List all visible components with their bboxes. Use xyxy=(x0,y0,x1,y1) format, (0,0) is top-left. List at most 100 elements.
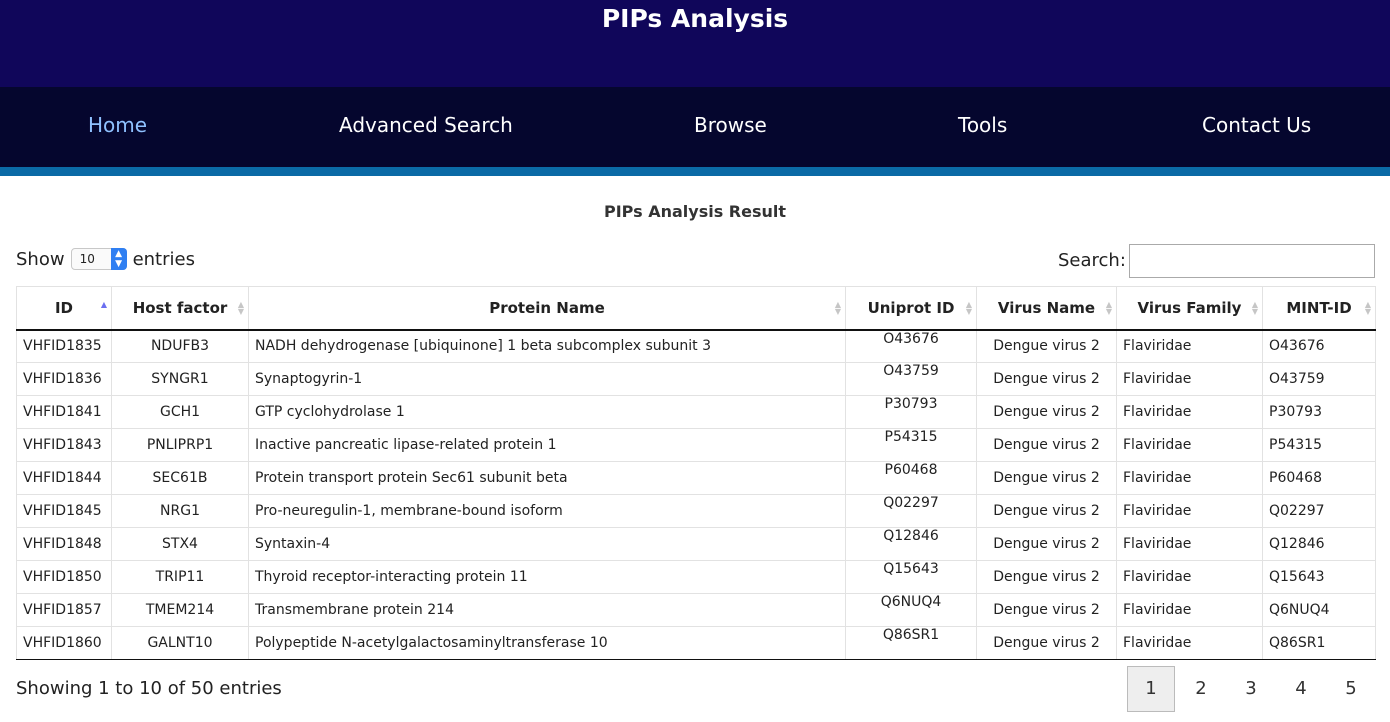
show-label: Show xyxy=(16,248,65,270)
cell-host-factor: GALNT10 xyxy=(111,626,249,660)
entries-label: entries xyxy=(132,248,195,270)
nav-contact-us[interactable]: Contact Us xyxy=(1202,113,1311,137)
cell-virus-name: Dengue virus 2 xyxy=(976,329,1117,363)
cell-host-factor: SYNGR1 xyxy=(111,362,249,396)
table-row: VHFID1835 NDUFB3 NADH dehydrogenase [ubiqu… xyxy=(16,329,1376,363)
cell-virus-family: Flaviridae xyxy=(1116,395,1263,429)
table-header-row: ID ▲ Host factor ▲ ▼ Protein Name ▲ ▼ Uniprot… xyxy=(16,286,1376,331)
page-4-button[interactable]: 4 xyxy=(1277,666,1325,712)
table-body: VHFID1835 NDUFB3 NADH dehydrogenase [ubiqu… xyxy=(16,329,1376,660)
sort-icon: ▲ ▼ xyxy=(1251,300,1258,316)
column-header-mint-id[interactable]: MINT-ID ▲ ▼ xyxy=(1262,286,1376,331)
cell-protein-name: Pro-neuregulin-1, membrane-bound isoform xyxy=(248,494,846,528)
cell-virus-name: Dengue virus 2 xyxy=(976,395,1117,429)
cell-mint-id[interactable]: Q12846 xyxy=(1262,527,1376,561)
cell-protein-name: Transmembrane protein 214 xyxy=(248,593,846,627)
cell-virus-family: Flaviridae xyxy=(1116,560,1263,594)
cell-protein-name: GTP cyclohydrolase 1 xyxy=(248,395,846,429)
sort-icon: ▲ ▼ xyxy=(834,300,841,316)
cell-mint-id[interactable]: O43676 xyxy=(1262,329,1376,363)
site-title: PIPs Analysis xyxy=(601,4,789,33)
nav-tools[interactable]: Tools xyxy=(958,113,1007,137)
cell-host-factor: PNLIPRP1 xyxy=(111,428,249,462)
sort-icon: ▲ ▼ xyxy=(237,300,244,316)
cell-mint-id[interactable]: P60468 xyxy=(1262,461,1376,495)
sort-icon: ▲ ▼ xyxy=(1105,300,1112,316)
cell-virus-name: Dengue virus 2 xyxy=(976,527,1117,561)
main-nav: Home Advanced Search Browse Tools Contac… xyxy=(0,87,1390,167)
cell-uniprot-id[interactable]: Q12846 xyxy=(845,527,977,561)
sort-icon: ▲ ▼ xyxy=(1364,300,1371,316)
cell-uniprot-id[interactable]: Q86SR1 xyxy=(845,626,977,660)
cell-mint-id[interactable]: Q6NUQ4 xyxy=(1262,593,1376,627)
cell-protein-name: Synaptogyrin-1 xyxy=(248,362,846,396)
cell-virus-name: Dengue virus 2 xyxy=(976,494,1117,528)
cell-uniprot-id[interactable]: O43676 xyxy=(845,329,977,363)
cell-mint-id[interactable]: Q02297 xyxy=(1262,494,1376,528)
cell-id[interactable]: VHFID1835 xyxy=(16,329,112,363)
page-5-button[interactable]: 5 xyxy=(1327,666,1375,712)
cell-mint-id[interactable]: P30793 xyxy=(1262,395,1376,429)
cell-mint-id[interactable]: Q15643 xyxy=(1262,560,1376,594)
column-header-virus-family[interactable]: Virus Family ▲ ▼ xyxy=(1116,286,1263,331)
search-input[interactable] xyxy=(1129,244,1375,278)
cell-uniprot-id[interactable]: P54315 xyxy=(845,428,977,462)
nav-home[interactable]: Home xyxy=(88,113,147,137)
cell-uniprot-id[interactable]: O43759 xyxy=(845,362,977,396)
cell-uniprot-id[interactable]: P60468 xyxy=(845,461,977,495)
page-2-button[interactable]: 2 xyxy=(1177,666,1225,712)
cell-virus-family: Flaviridae xyxy=(1116,494,1263,528)
column-header-virus-name[interactable]: Virus Name ▲ ▼ xyxy=(976,286,1117,331)
cell-uniprot-id[interactable]: Q15643 xyxy=(845,560,977,594)
result-title: PIPs Analysis Result xyxy=(603,202,787,221)
cell-virus-family: Flaviridae xyxy=(1116,329,1263,363)
table-row: VHFID1850 TRIP11 Thyroid receptor-interact… xyxy=(16,560,1376,594)
sort-icon: ▲ ▼ xyxy=(965,300,972,316)
nav-browse[interactable]: Browse xyxy=(694,113,767,137)
cell-protein-name: Thyroid receptor-interacting protein 11 xyxy=(248,560,846,594)
cell-id[interactable]: VHFID1857 xyxy=(16,593,112,627)
cell-mint-id[interactable]: P54315 xyxy=(1262,428,1376,462)
page-1-button[interactable]: 1 xyxy=(1127,666,1175,712)
cell-uniprot-id[interactable]: P30793 xyxy=(845,395,977,429)
nav-advanced-search[interactable]: Advanced Search xyxy=(339,113,513,137)
cell-protein-name: Protein transport protein Sec61 subunit … xyxy=(248,461,846,495)
column-header-protein-name[interactable]: Protein Name ▲ ▼ xyxy=(248,286,846,331)
table-row: VHFID1857 TMEM214 Transmembrane protein 21… xyxy=(16,593,1376,627)
cell-id[interactable]: VHFID1860 xyxy=(16,626,112,660)
table-row: VHFID1836 SYNGR1 Synaptogyrin-1 O43759 Dengu… xyxy=(16,362,1376,396)
cell-uniprot-id[interactable]: Q6NUQ4 xyxy=(845,593,977,627)
cell-mint-id[interactable]: O43759 xyxy=(1262,362,1376,396)
column-header-uniprot-id[interactable]: Uniprot ID ▲ ▼ xyxy=(845,286,977,331)
cell-host-factor: TRIP11 xyxy=(111,560,249,594)
sort-ascending-icon: ▲ xyxy=(100,300,107,309)
cell-virus-family: Flaviridae xyxy=(1116,593,1263,627)
cell-protein-name: Polypeptide N-acetylgalactosaminyltransf… xyxy=(248,626,846,660)
chevron-updown-icon: ▲ ▼ xyxy=(110,248,127,270)
column-header-id[interactable]: ID ▲ xyxy=(16,286,112,331)
entries-per-page-value: 10 xyxy=(79,252,95,266)
cell-uniprot-id[interactable]: Q02297 xyxy=(845,494,977,528)
cell-mint-id[interactable]: Q86SR1 xyxy=(1262,626,1376,660)
cell-id[interactable]: VHFID1836 xyxy=(16,362,112,396)
cell-protein-name: NADH dehydrogenase [ubiquinone] 1 beta s… xyxy=(248,329,846,363)
table-row: VHFID1841 GCH1 GTP cyclohydrolase 1 P30793 D… xyxy=(16,395,1376,429)
site-header: PIPs Analysis xyxy=(0,0,1390,87)
page-3-button[interactable]: 3 xyxy=(1227,666,1275,712)
cell-id[interactable]: VHFID1850 xyxy=(16,560,112,594)
cell-virus-family: Flaviridae xyxy=(1116,362,1263,396)
cell-virus-name: Dengue virus 2 xyxy=(976,593,1117,627)
cell-id[interactable]: VHFID1841 xyxy=(16,395,112,429)
cell-id[interactable]: VHFID1844 xyxy=(16,461,112,495)
entries-per-page-select[interactable]: 10 ▲ ▼ xyxy=(70,248,127,270)
cell-virus-family: Flaviridae xyxy=(1116,626,1263,660)
cell-virus-name: Dengue virus 2 xyxy=(976,428,1117,462)
table-row: VHFID1843 PNLIPRP1 Inactive pancreatic lip… xyxy=(16,428,1376,462)
cell-id[interactable]: VHFID1843 xyxy=(16,428,112,462)
cell-id[interactable]: VHFID1848 xyxy=(16,527,112,561)
cell-host-factor: TMEM214 xyxy=(111,593,249,627)
column-header-host-factor[interactable]: Host factor ▲ ▼ xyxy=(111,286,249,331)
results-table: ID ▲ Host factor ▲ ▼ Protein Name ▲ ▼ Uniprot… xyxy=(16,286,1376,660)
cell-id[interactable]: VHFID1845 xyxy=(16,494,112,528)
cell-host-factor: GCH1 xyxy=(111,395,249,429)
